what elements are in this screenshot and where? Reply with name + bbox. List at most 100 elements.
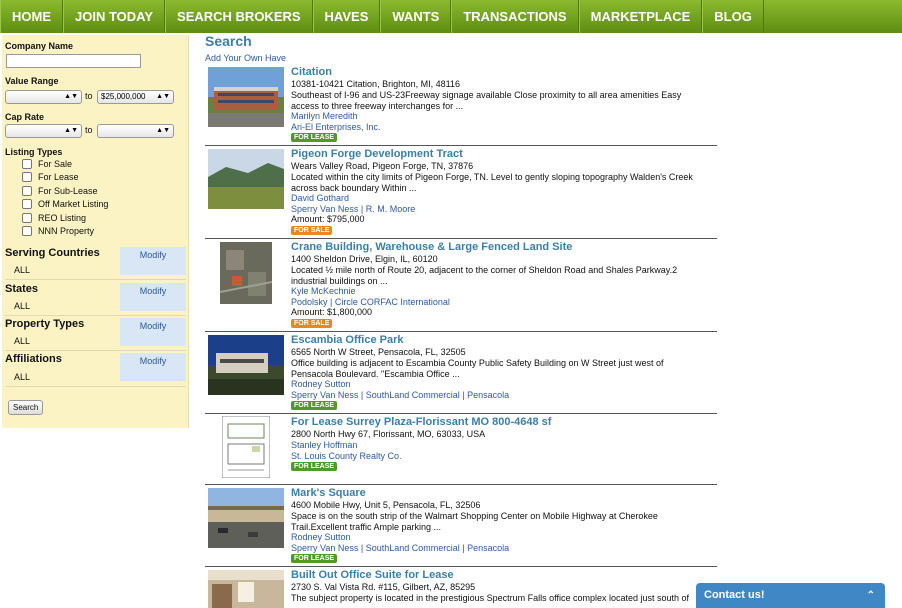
search-sidebar: Company Name Value Range ▲▼ to $25,000,0… [2,35,189,428]
chevron-updown-icon: ▲▼ [156,93,170,100]
page-title: Search [205,33,252,49]
listing-title-link[interactable]: Mark's Square [291,487,366,499]
checkbox-off-market[interactable]: Off Market Listing [22,199,108,209]
cap-max-select[interactable]: ▲▼ [97,124,174,138]
listing-address: Wears Valley Road, Pigeon Forge, TN, 378… [291,161,474,171]
divider [5,279,186,280]
modify-states-button[interactable]: Modify [120,283,186,311]
status-badge: FOR SALE [291,319,333,328]
nav-join-today[interactable]: JOIN TODAY [63,0,166,33]
company-name-input[interactable] [6,54,141,68]
listing-title-link[interactable]: Escambia Office Park [291,334,404,346]
property-photo[interactable] [208,67,284,127]
modify-serving-countries-button[interactable]: Modify [120,247,186,275]
listing-agent-link[interactable]: Kyle McKechnie [291,286,356,297]
listing-address: 2730 S. Val Vista Rd. #115, Gilbert, AZ,… [291,582,476,592]
checkbox-for-sub-lease[interactable]: For Sub-Lease [22,186,98,196]
divider [205,238,717,239]
listing-description: Located ½ mile north of Route 20, adjace… [291,265,678,275]
divider [205,331,717,332]
listing-company-link[interactable]: Sperry Van Ness | SouthLand Commercial |… [291,543,509,554]
listing-amount: Amount: $795,000 [291,214,365,224]
listing-description-cont: Pensacola Boulevard. "Escambia Office ..… [291,369,460,379]
contact-us-widget[interactable]: Contact us! ⌃ [696,583,885,608]
listing-item: Citation 10381-10421 Citation, Brighton,… [205,66,717,146]
listing-agent-link[interactable]: Rodney Sutton [291,532,351,543]
listing-company-link[interactable]: St. Louis County Realty Co. [291,451,402,462]
checkbox-for-sale[interactable]: For Sale [22,159,72,169]
listing-agent-link[interactable]: Rodney Sutton [291,379,351,390]
checkbox-for-lease[interactable]: For Lease [22,172,79,182]
checkbox-label: REO Listing [38,213,87,223]
listing-description: Office building is adjacent to Escambia … [291,358,664,368]
value-range-label: Value Range [5,76,59,86]
divider [205,145,717,146]
property-photo[interactable] [220,242,272,304]
value-to-label: to [85,91,93,101]
listing-title-link[interactable]: Pigeon Forge Development Tract [291,148,463,160]
checkbox[interactable] [22,186,32,196]
property-photo[interactable] [208,335,284,395]
listing-agent-link[interactable]: Stanley Hoffman [291,440,357,451]
checkbox-reo[interactable]: REO Listing [22,213,86,223]
nav-transactions[interactable]: TRANSACTIONS [451,0,579,33]
checkbox-nnn[interactable]: NNN Property [22,226,94,236]
divider [205,484,717,485]
top-nav: HOME JOIN TODAY SEARCH BROKERS HAVES WAN… [0,0,902,33]
property-photo[interactable] [208,488,284,548]
listing-description: Space is on the south strip of the Walma… [291,511,658,521]
listing-agent-link[interactable]: David Gothard [291,193,349,204]
status-badge: FOR LEASE [291,554,338,563]
cap-min-select[interactable]: ▲▼ [5,124,82,138]
listing-address: 2800 North Hwy 67, Florissant, MO, 63033… [291,429,486,439]
property-photo[interactable] [208,570,284,608]
listing-amount: Amount: $1,800,000 [291,307,373,317]
modify-affiliations-button[interactable]: Modify [120,353,186,381]
value-max-select[interactable]: $25,000,000 ▲▼ [97,90,174,104]
checkbox[interactable] [22,172,32,182]
checkbox-label: NNN Property [38,226,95,236]
property-photo[interactable] [222,416,270,478]
listing-address: 6565 North W Street, Pensacola, FL, 3250… [291,347,466,357]
search-button[interactable]: Search [8,400,44,415]
property-photo[interactable] [208,149,284,209]
checkbox-label: Off Market Listing [38,199,109,209]
checkbox[interactable] [22,199,32,209]
listing-title-link[interactable]: Citation [291,66,332,78]
listing-item: Escambia Office Park 6565 North W Street… [205,334,717,414]
serving-countries-title: Serving Countries [5,247,100,259]
listing-company-link[interactable]: Ari-El Enterprises, Inc. [291,122,381,133]
listing-description-cont: across back boundary Within ... [291,183,417,193]
nav-search-brokers[interactable]: SEARCH BROKERS [165,0,313,33]
status-badge: FOR LEASE [291,133,338,142]
listing-agent-link[interactable]: Marilyn Meredith [291,111,358,122]
divider [5,350,186,351]
checkbox[interactable] [22,226,32,236]
nav-home[interactable]: HOME [0,0,63,33]
checkbox[interactable] [22,213,32,223]
nav-wants[interactable]: WANTS [380,0,452,33]
nav-marketplace[interactable]: MARKETPLACE [578,0,703,33]
nav-blog[interactable]: BLOG [702,0,764,33]
checkbox[interactable] [22,159,32,169]
status-badge: FOR LEASE [291,401,338,410]
company-name-label: Company Name [5,41,74,51]
modify-property-types-button[interactable]: Modify [120,318,186,346]
checkbox-label: For Sub-Lease [38,186,98,196]
listing-address: 1400 Sheldon Drive, Elgin, IL, 60120 [291,254,438,264]
listing-types-label: Listing Types [5,147,63,157]
listing-company-link[interactable]: Sperry Van Ness | SouthLand Commercial |… [291,390,509,401]
add-your-own-have-link[interactable]: Add Your Own Have [205,53,286,63]
listing-item: Crane Building, Warehouse & Large Fenced… [205,241,717,333]
value-max-value: $25,000,000 [101,92,146,101]
nav-haves[interactable]: HAVES [312,0,381,33]
listing-description-cont: Trail.Excellent traffic Ample parking ..… [291,522,442,532]
listing-title-link[interactable]: Crane Building, Warehouse & Large Fenced… [291,241,572,253]
value-min-select[interactable]: ▲▼ [5,90,82,104]
listing-title-link[interactable]: Built Out Office Suite for Lease [291,569,454,581]
listing-item: Built Out Office Suite for Lease 2730 S.… [205,569,717,608]
listing-title-link[interactable]: For Lease Surrey Plaza-Florissant MO 800… [291,416,551,428]
chevron-up-icon[interactable]: ⌃ [867,583,875,608]
cap-rate-label: Cap Rate [5,112,45,122]
states-value: ALL [14,301,31,311]
